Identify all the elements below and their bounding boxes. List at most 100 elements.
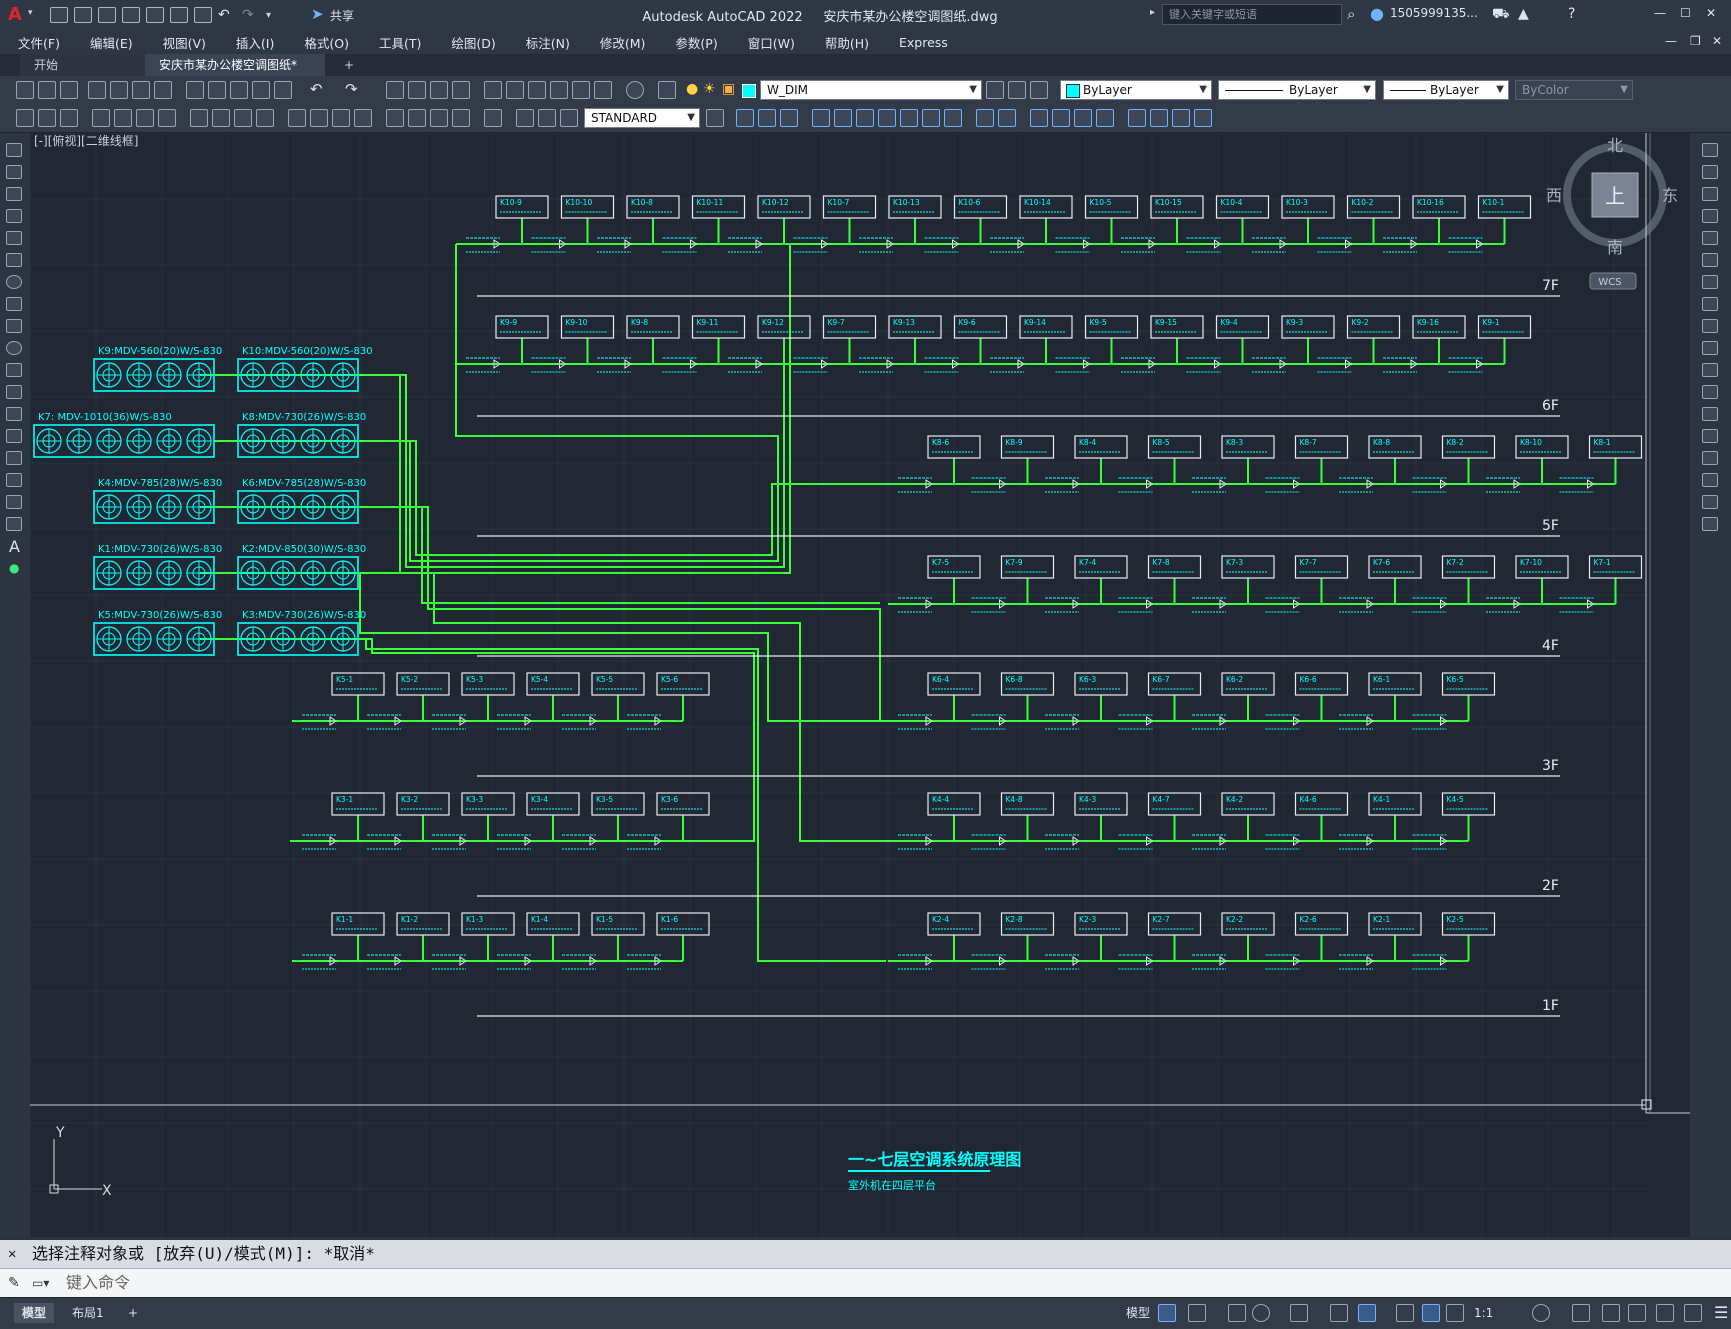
object-snap-tracking-icon[interactable]: [1330, 1304, 1348, 1322]
table-icon[interactable]: [6, 517, 22, 531]
markup-icon[interactable]: [572, 81, 590, 99]
save-web-icon[interactable]: [170, 7, 188, 23]
multiline-text-icon[interactable]: A: [9, 537, 20, 556]
hatch-icon[interactable]: [6, 451, 22, 465]
layer-properties-icon[interactable]: [658, 81, 676, 99]
dim-style-manager-icon[interactable]: [706, 109, 724, 127]
layer-on-bulb-icon[interactable]: ●: [686, 81, 698, 97]
menu-parametric[interactable]: 参数(P): [657, 33, 729, 52]
move-icon[interactable]: [1702, 253, 1718, 267]
3d-print-icon[interactable]: [154, 81, 172, 99]
menu-file[interactable]: 文件(F): [0, 33, 72, 52]
open-icon[interactable]: [38, 81, 56, 99]
zoom-previous-icon[interactable]: [452, 81, 470, 99]
customization-menu-icon[interactable]: ☰: [1706, 1303, 1731, 1323]
autodesk-app-icon[interactable]: ▲: [1518, 6, 1529, 22]
doc-restore-icon[interactable]: ❐: [1690, 34, 1701, 48]
baseline-icon[interactable]: [310, 109, 328, 127]
make-block-icon[interactable]: [6, 407, 22, 421]
circle-icon[interactable]: [6, 275, 22, 289]
app-menu-chevron-icon[interactable]: ▾: [28, 8, 33, 18]
tab-layout1[interactable]: 布局1: [64, 1303, 112, 1323]
lineweight-dropdown[interactable]: ByLayer ▼: [1383, 80, 1509, 100]
isodraft-icon[interactable]: [1290, 1304, 1308, 1322]
close-command-icon[interactable]: ✕: [8, 1240, 16, 1268]
fillet-icon[interactable]: [922, 109, 940, 127]
menu-view[interactable]: 视图(V): [145, 33, 218, 52]
inspect-icon[interactable]: [452, 109, 470, 127]
new-icon[interactable]: [50, 7, 68, 23]
blend-icon[interactable]: [1702, 495, 1718, 509]
break-icon[interactable]: [1702, 407, 1718, 421]
viewcube-west[interactable]: 西: [1546, 186, 1562, 205]
dim-break-icon[interactable]: [386, 109, 404, 127]
undo-icon[interactable]: ↶: [218, 7, 236, 23]
join-icon[interactable]: [1074, 109, 1092, 127]
erase-icon[interactable]: [1702, 143, 1718, 157]
save-as-icon[interactable]: [122, 7, 140, 23]
match-properties-icon[interactable]: [252, 81, 270, 99]
quick-dimension-icon[interactable]: [16, 109, 34, 127]
jogged-icon[interactable]: [212, 109, 230, 127]
line-icon[interactable]: [6, 143, 22, 157]
redo-icon[interactable]: ↷: [242, 7, 260, 23]
rotate-icon[interactable]: [1702, 275, 1718, 289]
ellipse-icon[interactable]: [6, 341, 22, 355]
share-button[interactable]: 共享: [330, 7, 354, 24]
pan-icon[interactable]: [386, 81, 404, 99]
polar-icon[interactable]: [1252, 1304, 1270, 1322]
join-icon[interactable]: [1702, 429, 1718, 443]
sheet-set-icon[interactable]: [550, 81, 568, 99]
doc-close-icon[interactable]: ✕: [1712, 34, 1722, 48]
menu-format[interactable]: 格式(O): [286, 33, 361, 52]
share-icon[interactable]: ➤: [311, 5, 324, 23]
customize-qat-icon[interactable]: ▾: [266, 10, 278, 21]
ortho-icon[interactable]: [1228, 1304, 1246, 1322]
object-snap-icon[interactable]: [1358, 1304, 1376, 1322]
save-icon[interactable]: [60, 81, 78, 99]
trim-icon[interactable]: [1702, 341, 1718, 355]
trim-icon[interactable]: [878, 109, 896, 127]
open-icon[interactable]: [74, 7, 92, 23]
design-center-icon[interactable]: [506, 81, 524, 99]
lineweight-icon[interactable]: [1396, 1304, 1414, 1322]
linear-dimension-icon[interactable]: [92, 109, 110, 127]
clip-icon[interactable]: [1194, 109, 1212, 127]
user-icon[interactable]: ●: [1370, 4, 1384, 23]
tab-start[interactable]: 开始: [20, 54, 145, 76]
search-expand-icon[interactable]: ▸: [1150, 7, 1155, 18]
clean-screen-icon[interactable]: [1656, 1304, 1674, 1322]
menu-dimension[interactable]: 标注(N): [508, 33, 582, 52]
close-button[interactable]: ✕: [1706, 6, 1716, 20]
break-icon[interactable]: [1052, 109, 1070, 127]
cut-icon[interactable]: [186, 81, 204, 99]
point-icon[interactable]: [6, 429, 22, 443]
copy-object-icon[interactable]: [1702, 165, 1718, 179]
publish-icon[interactable]: [132, 81, 150, 99]
scale-icon[interactable]: [1702, 297, 1718, 311]
radius-icon[interactable]: [190, 109, 208, 127]
stretch-icon[interactable]: [1702, 319, 1718, 333]
properties-icon[interactable]: [484, 81, 502, 99]
viewcube[interactable]: 上 北 南 东 西 WCS: [1546, 136, 1678, 290]
extend-icon[interactable]: [900, 109, 918, 127]
copy-object-icon[interactable]: [758, 109, 776, 127]
plot-icon[interactable]: [194, 7, 212, 23]
annotation-visibility-icon[interactable]: [1422, 1304, 1440, 1322]
fillet-icon[interactable]: [1702, 473, 1718, 487]
center-mark-icon[interactable]: [430, 109, 448, 127]
paste-icon[interactable]: [230, 81, 248, 99]
stretch-icon[interactable]: [780, 109, 798, 127]
polyline-icon[interactable]: [6, 187, 22, 201]
workspace-gear-icon[interactable]: [1532, 1304, 1550, 1322]
spline-icon[interactable]: [6, 319, 22, 333]
save-icon[interactable]: [98, 7, 116, 23]
help-icon[interactable]: ?: [1568, 6, 1575, 22]
chamfer-icon[interactable]: [1096, 109, 1114, 127]
explode-icon[interactable]: [998, 109, 1016, 127]
ordinate-icon[interactable]: [158, 109, 176, 127]
scale-icon[interactable]: [856, 109, 874, 127]
rotate-icon[interactable]: [812, 109, 830, 127]
arc-icon[interactable]: [6, 253, 22, 267]
gradient-icon[interactable]: [6, 473, 22, 487]
